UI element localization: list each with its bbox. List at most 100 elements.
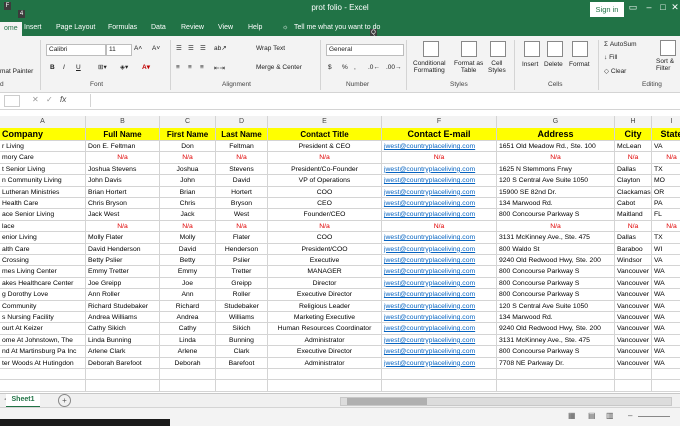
table-cell[interactable] [497, 380, 615, 392]
table-cell[interactable]: Andrea Williams [86, 312, 160, 324]
table-cell[interactable]: WA [652, 289, 680, 301]
table-cell[interactable]: CEO [268, 198, 382, 210]
table-cell[interactable]: Deborah [160, 357, 216, 369]
zoom-slider[interactable] [638, 416, 670, 417]
table-cell[interactable]: Dallas [615, 232, 652, 244]
conditional-formatting-button[interactable]: Conditional Formatting [413, 60, 446, 74]
table-cell[interactable]: Barefoot [216, 357, 268, 369]
table-cell[interactable]: s Nursing Facility [0, 312, 86, 324]
table-cell[interactable]: N/a [615, 220, 652, 233]
indent-icon[interactable]: ⇤⇥ [214, 64, 225, 72]
table-cell[interactable] [216, 380, 268, 392]
table-cell[interactable]: Don [160, 141, 216, 153]
table-cell[interactable]: Director [268, 277, 382, 290]
number-format-select[interactable]: General [326, 44, 404, 56]
scrollbar-thumb[interactable] [347, 398, 427, 405]
format-as-table-icon[interactable] [461, 41, 477, 57]
table-cell[interactable]: MANAGER [268, 266, 382, 278]
column-header-f[interactable]: F [382, 116, 497, 128]
tab-data[interactable]: Data [151, 24, 166, 31]
column-header-c[interactable]: C [160, 116, 216, 128]
table-cell[interactable]: Joe Greipp [86, 277, 160, 290]
table-cell[interactable]: Bunning [216, 334, 268, 347]
table-cell[interactable] [615, 380, 652, 392]
table-cell[interactable]: N/a [382, 152, 497, 164]
table-cell[interactable]: Vancouver [615, 346, 652, 358]
table-cell[interactable] [382, 369, 497, 381]
table-cell[interactable]: Stevens [216, 163, 268, 176]
zoom-out-icon[interactable]: – [628, 411, 632, 420]
table-cell[interactable]: President & CEO [268, 141, 382, 153]
formula-input[interactable] [90, 94, 677, 107]
underline-button[interactable]: U [76, 64, 81, 71]
table-cell[interactable]: COO [268, 232, 382, 244]
table-cell[interactable]: WA [652, 335, 680, 347]
table-cell[interactable]: alth Care [0, 243, 86, 255]
table-cell[interactable]: 9240 Old Redwood Hwy, Ste. 200 [497, 255, 615, 267]
table-cell[interactable]: Brian Hortert [86, 186, 160, 198]
table-cell[interactable]: jwest@countryplaceliving.com [382, 163, 497, 176]
table-cell[interactable]: ace Senior Living [0, 209, 86, 221]
clear-button[interactable]: ◇ Clear [604, 67, 626, 75]
name-box[interactable] [4, 95, 20, 107]
table-cell[interactable]: Molly Flater [86, 232, 160, 244]
table-cell[interactable]: WA [652, 301, 680, 312]
header-cell[interactable]: Last Name [216, 128, 268, 141]
table-cell[interactable]: Vancouver [615, 289, 652, 301]
table-cell[interactable]: ter Woods At Hutingdon [0, 357, 86, 369]
horizontal-scrollbar[interactable] [340, 397, 672, 406]
table-cell[interactable]: Cathy [160, 323, 216, 335]
table-cell[interactable] [382, 380, 497, 392]
header-cell[interactable]: Full Name [86, 128, 160, 141]
table-cell[interactable]: jwest@countryplaceliving.com [382, 209, 497, 221]
table-cell[interactable]: Emmy [160, 266, 216, 278]
table-cell[interactable]: 134 Marwood Rd. [497, 198, 615, 210]
table-cell[interactable]: jwest@countryplaceliving.com [382, 243, 497, 255]
table-cell[interactable]: OR [652, 187, 680, 198]
table-cell[interactable]: WA [652, 278, 680, 290]
table-cell[interactable]: Sikich [216, 323, 268, 335]
table-cell[interactable] [86, 380, 160, 392]
column-header-a[interactable]: A [0, 116, 86, 128]
sign-in-button[interactable]: Sign in [590, 2, 624, 17]
font-name-select[interactable]: Calibri [46, 44, 106, 56]
table-cell[interactable]: Vancouver [615, 277, 652, 290]
table-cell[interactable]: 1651 Old Meadow Rd., Ste. 100 [497, 141, 615, 153]
table-cell[interactable]: Bryson [216, 198, 268, 210]
table-cell[interactable] [652, 369, 680, 381]
table-cell[interactable]: Chris [160, 198, 216, 210]
table-cell[interactable]: Roller [216, 289, 268, 301]
table-cell[interactable]: jwest@countryplaceliving.com [382, 346, 497, 358]
format-painter-button[interactable]: mat Painter [0, 68, 33, 75]
table-cell[interactable]: Cabot [615, 198, 652, 210]
tab-page-layout[interactable]: Page Layout [56, 24, 95, 31]
table-cell[interactable]: jwest@countryplaceliving.com [382, 198, 497, 210]
add-sheet-button[interactable]: + [58, 394, 71, 407]
table-cell[interactable]: Clayton [615, 175, 652, 187]
table-cell[interactable]: Executive [268, 255, 382, 267]
table-cell[interactable]: jwest@countryplaceliving.com [382, 357, 497, 369]
table-cell[interactable]: Vancouver [615, 357, 652, 369]
table-cell[interactable]: 800 Concourse Parkway S [497, 209, 615, 221]
table-cell[interactable]: David Henderson [86, 243, 160, 255]
cell-styles-button[interactable]: Cell Styles [488, 60, 506, 74]
table-cell[interactable]: David [216, 175, 268, 187]
table-cell[interactable]: Pslier [216, 255, 268, 267]
table-cell[interactable]: Linda Bunning [86, 334, 160, 347]
table-cell[interactable]: Richard Studebaker [86, 300, 160, 312]
table-cell[interactable]: Ann [160, 289, 216, 301]
table-cell[interactable]: N/a [652, 221, 680, 233]
table-cell[interactable]: N/a [160, 220, 216, 233]
enter-icon[interactable]: ✓ [46, 95, 53, 104]
table-cell[interactable]: John Davis [86, 175, 160, 187]
table-cell[interactable]: mory Care [0, 152, 86, 164]
table-cell[interactable]: WA [652, 266, 680, 278]
table-cell[interactable]: nd At Martinsburg Pa Inc [0, 346, 86, 358]
table-cell[interactable]: jwest@countryplaceliving.com [382, 334, 497, 347]
sort-filter-button[interactable]: Sort & Filter [656, 58, 674, 72]
table-cell[interactable]: WA [652, 358, 680, 369]
table-cell[interactable]: lace [0, 220, 86, 233]
table-cell[interactable]: Don E. Feltman [86, 141, 160, 153]
table-cell[interactable]: N/a [382, 220, 497, 233]
cancel-icon[interactable]: ✕ [32, 95, 39, 104]
